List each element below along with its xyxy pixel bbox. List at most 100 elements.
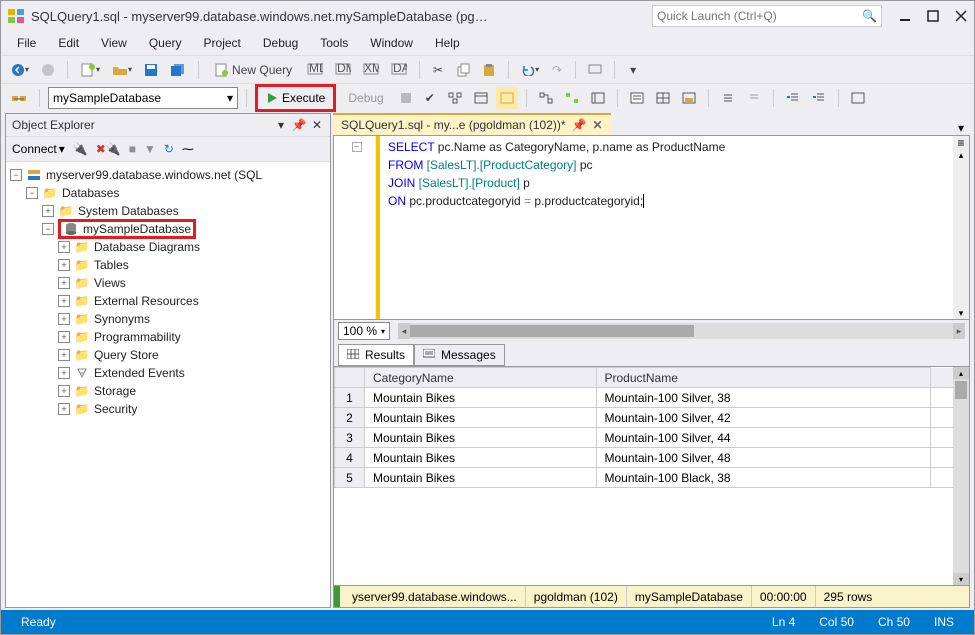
change-connection-button[interactable] xyxy=(7,87,31,109)
copy-button[interactable] xyxy=(452,59,474,81)
tab-dropdown-icon[interactable]: ▾ xyxy=(958,121,964,135)
save-all-button[interactable] xyxy=(166,59,190,81)
scroll-down-icon[interactable]: ▾ xyxy=(953,573,969,585)
col-header[interactable]: ProductName xyxy=(596,368,930,388)
tree-system-databases-node[interactable]: + 📁 System Databases xyxy=(6,202,330,220)
dax-button[interactable]: DAX xyxy=(387,59,411,81)
code-area[interactable]: SELECT pc.Name as CategoryName, p.name a… xyxy=(380,136,953,319)
scroll-right-icon[interactable]: ▸ xyxy=(953,323,965,339)
scroll-down-icon[interactable]: ▾ xyxy=(953,308,969,319)
estimated-plan-button[interactable] xyxy=(444,87,466,109)
filter-icon[interactable]: ▼ xyxy=(144,142,156,156)
cell-category[interactable]: Mountain Bikes xyxy=(365,468,597,488)
pin-icon[interactable]: 📌 xyxy=(572,118,587,132)
cell-product[interactable]: Mountain-100 Silver, 48 xyxy=(596,448,930,468)
collapse-region-icon[interactable]: − xyxy=(352,142,362,152)
menu-query[interactable]: Query xyxy=(139,33,192,53)
tree-child-node[interactable]: +📁Tables xyxy=(6,256,330,274)
object-explorer-tree[interactable]: − myserver99.database.windows.net (SQL −… xyxy=(6,162,330,607)
table-row[interactable]: 5Mountain BikesMountain-100 Black, 38 xyxy=(335,468,970,488)
tree-databases-node[interactable]: − 📁 Databases xyxy=(6,184,330,202)
md-button[interactable]: MDX xyxy=(303,59,327,81)
menu-help[interactable]: Help xyxy=(425,33,470,53)
tree-child-node[interactable]: +📁Storage xyxy=(6,382,330,400)
database-selector[interactable]: mySampleDatabase ▾ xyxy=(48,87,238,109)
collapse-icon[interactable]: − xyxy=(42,223,54,235)
messages-tab[interactable]: Messages xyxy=(414,344,505,366)
stop-button[interactable] xyxy=(396,87,416,109)
cell-category[interactable]: Mountain Bikes xyxy=(365,388,597,408)
scroll-up-icon[interactable]: ▴ xyxy=(953,367,969,379)
query-options-button[interactable] xyxy=(470,87,492,109)
sql-editor[interactable]: − SELECT pc.Name as CategoryName, p.name… xyxy=(333,135,970,320)
parse-button[interactable]: ✔ xyxy=(420,87,440,109)
increase-indent-button[interactable] xyxy=(808,87,830,109)
menu-window[interactable]: Window xyxy=(360,33,423,53)
undo-button[interactable]: ▾ xyxy=(517,59,543,81)
expand-icon[interactable]: + xyxy=(42,205,54,217)
close-button[interactable] xyxy=(954,9,968,23)
col-header[interactable]: CategoryName xyxy=(365,368,597,388)
menu-edit[interactable]: Edit xyxy=(48,33,89,53)
expand-icon[interactable]: + xyxy=(58,259,70,271)
expand-icon[interactable]: + xyxy=(58,277,70,289)
results-to-text-button[interactable] xyxy=(626,87,648,109)
tree-server-node[interactable]: − myserver99.database.windows.net (SQL xyxy=(6,166,330,184)
cell-product[interactable]: Mountain-100 Silver, 42 xyxy=(596,408,930,428)
intellisense-button[interactable] xyxy=(496,87,518,109)
cell-product[interactable]: Mountain-100 Silver, 44 xyxy=(596,428,930,448)
new-button[interactable]: ▾ xyxy=(76,59,104,81)
activity-icon[interactable]: ⁓ xyxy=(182,142,194,156)
dropdown-button[interactable]: ▾ xyxy=(623,59,643,81)
tree-child-node[interactable]: +Extended Events xyxy=(6,364,330,382)
cell-category[interactable]: Mountain Bikes xyxy=(365,428,597,448)
results-to-file-button[interactable] xyxy=(678,87,700,109)
tree-child-node[interactable]: +📁External Resources xyxy=(6,292,330,310)
comment-out-button[interactable] xyxy=(717,87,739,109)
close-tab-icon[interactable]: ✕ xyxy=(592,118,602,132)
results-tab[interactable]: Results xyxy=(338,344,414,366)
expand-icon[interactable]: + xyxy=(58,331,70,343)
cell-product[interactable]: Mountain-100 Silver, 38 xyxy=(596,388,930,408)
results-vscroll[interactable]: ▴ ▾ xyxy=(953,367,969,585)
menu-view[interactable]: View xyxy=(91,33,137,53)
close-panel-icon[interactable]: ✕ xyxy=(310,118,324,132)
connect-icon[interactable]: 🔌 xyxy=(73,142,88,156)
debug-button[interactable]: Debug xyxy=(340,91,391,105)
maximize-button[interactable] xyxy=(926,9,940,23)
expand-icon[interactable]: + xyxy=(58,295,70,307)
table-row[interactable]: 3Mountain BikesMountain-100 Silver, 44 xyxy=(335,428,970,448)
cell-category[interactable]: Mountain Bikes xyxy=(365,408,597,428)
expand-icon[interactable]: + xyxy=(58,403,70,415)
quick-launch-search[interactable]: 🔍 xyxy=(652,5,882,27)
tree-child-node[interactable]: +📁Database Diagrams xyxy=(6,238,330,256)
menu-file[interactable]: File xyxy=(7,33,46,53)
paste-button[interactable] xyxy=(478,59,500,81)
scrollbar-thumb[interactable] xyxy=(955,381,967,399)
specify-values-button[interactable] xyxy=(847,87,869,109)
tree-child-node[interactable]: +📁Query Store xyxy=(6,346,330,364)
tree-child-node[interactable]: +📁Synonyms xyxy=(6,310,330,328)
comment-button[interactable] xyxy=(584,59,606,81)
expand-icon[interactable]: + xyxy=(58,385,70,397)
scrollbar-thumb[interactable] xyxy=(410,325,693,337)
scroll-left-icon[interactable]: ◂ xyxy=(398,323,410,339)
nav-forward-button[interactable] xyxy=(37,59,59,81)
split-icon[interactable]: ≡ xyxy=(953,136,969,150)
menu-debug[interactable]: Debug xyxy=(253,33,308,53)
expand-icon[interactable]: + xyxy=(58,367,70,379)
redo-button[interactable]: ↷ xyxy=(547,59,567,81)
results-grid[interactable]: CategoryName ProductName 1Mountain Bikes… xyxy=(333,366,970,586)
new-query-button[interactable]: New Query xyxy=(207,59,299,81)
cell-product[interactable]: Mountain-100 Black, 38 xyxy=(596,468,930,488)
table-row[interactable]: 4Mountain BikesMountain-100 Silver, 48 xyxy=(335,448,970,468)
zoom-combo[interactable]: 100 % ▾ xyxy=(338,322,390,340)
tree-child-node[interactable]: +📁Programmability xyxy=(6,328,330,346)
expand-icon[interactable]: + xyxy=(58,349,70,361)
refresh-icon[interactable]: ↻ xyxy=(164,142,174,156)
tree-my-database-node[interactable]: − mySampleDatabase xyxy=(6,220,330,238)
xmla-button[interactable]: XMLA xyxy=(359,59,383,81)
menu-tools[interactable]: Tools xyxy=(310,33,358,53)
document-tab[interactable]: SQLQuery1.sql - my...e (pgoldman (102))*… xyxy=(333,113,611,135)
expand-icon[interactable]: + xyxy=(58,313,70,325)
